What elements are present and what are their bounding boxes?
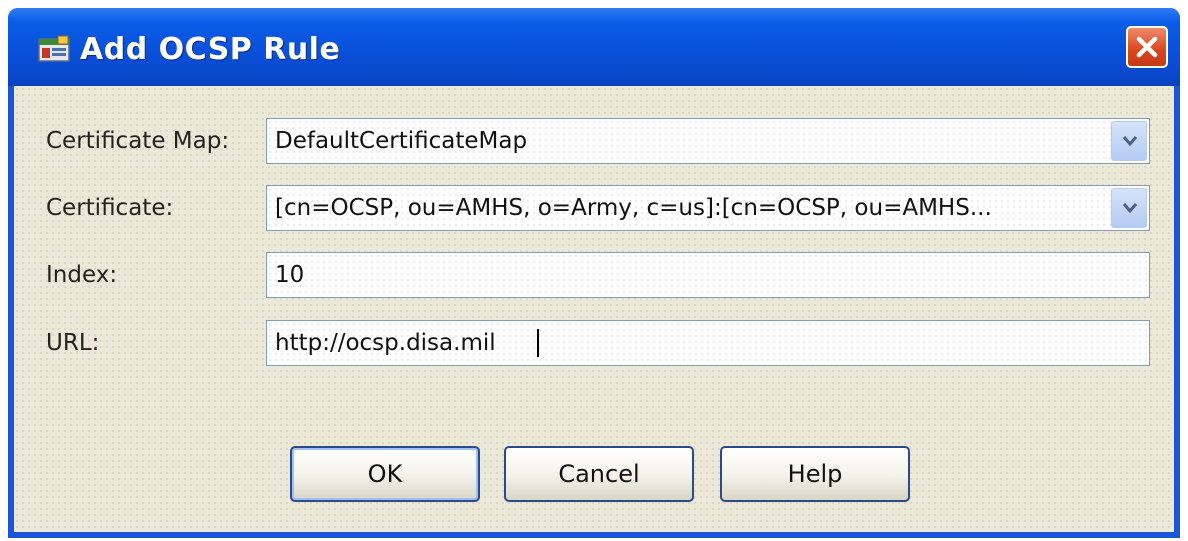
url-label: URL: [46, 330, 100, 356]
certificate-combobox[interactable]: [cn=OCSP, ou=AMHS, o=Army, c=us]:[cn=OCS… [266, 185, 1150, 231]
asdm-icon [38, 35, 72, 63]
title-bar[interactable]: Add OCSP Rule [8, 8, 1180, 86]
certificate-map-dropdown-button[interactable] [1111, 121, 1147, 161]
certificate-map-label: Certificate Map: [46, 128, 230, 154]
url-input[interactable]: http://ocsp.disa.mil [266, 320, 1150, 366]
certificate-map-combobox[interactable]: DefaultCertificateMap [266, 118, 1150, 164]
certificate-map-value: DefaultCertificateMap [275, 128, 528, 154]
index-value: 10 [275, 262, 305, 288]
dialog-body: Certificate Map: DefaultCertificateMap C… [14, 86, 1174, 532]
window-title: Add OCSP Rule [80, 32, 341, 67]
close-button[interactable] [1126, 26, 1168, 68]
dialog-window: Add OCSP Rule Certificate Map: DefaultCe… [8, 8, 1180, 538]
cancel-button[interactable]: Cancel [504, 446, 694, 502]
url-value: http://ocsp.disa.mil [275, 330, 496, 356]
certificate-label: Certificate: [46, 195, 174, 221]
text-cursor [537, 329, 539, 357]
certificate-value: [cn=OCSP, ou=AMHS, o=Army, c=us]:[cn=OCS… [275, 195, 992, 221]
index-input[interactable]: 10 [266, 252, 1150, 298]
certificate-dropdown-button[interactable] [1111, 188, 1147, 228]
ok-button[interactable]: OK [290, 446, 480, 502]
index-label: Index: [46, 262, 118, 288]
help-button[interactable]: Help [720, 446, 910, 502]
